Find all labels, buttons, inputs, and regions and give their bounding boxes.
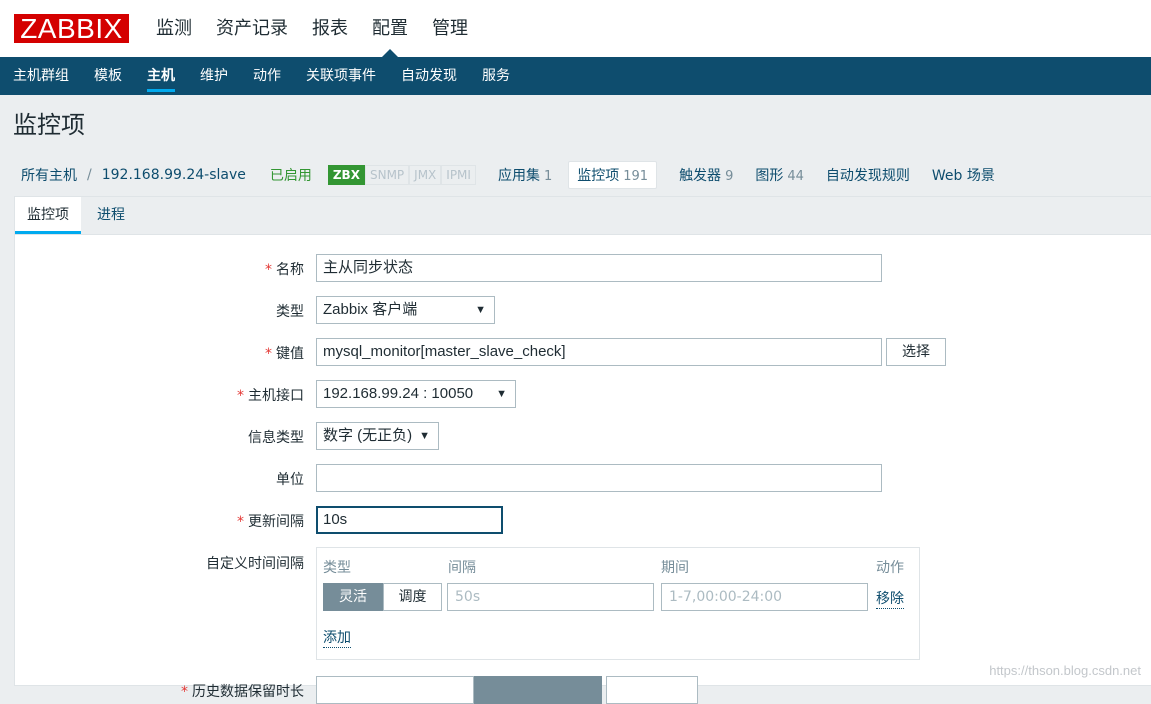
host-status[interactable]: 已启用 (270, 165, 312, 185)
top-header: ZABBIX 监测 资产记录 报表 配置 管理 (0, 0, 1151, 57)
col-interval-header: 间隔 (448, 560, 476, 576)
key-label: * 键值 (265, 346, 304, 362)
col-type-header: 类型 (323, 560, 351, 576)
web-scenarios-label[interactable]: Web 场景 (932, 168, 995, 184)
zabbix-logo[interactable]: ZABBIX (13, 13, 130, 44)
item-form-panel: 监控项 进程 * 名称 主从同步状态 类型 Zabbix 客户端 ▼ * 键值 mys… (14, 196, 1151, 704)
graphs-label[interactable]: 图形 (755, 168, 783, 184)
type-select-value: Zabbix 客户端 (323, 301, 418, 318)
web-scenarios-link[interactable]: Web 场景 (932, 165, 995, 185)
col-action-header: 动作 (876, 560, 904, 576)
submenu-correlation[interactable]: 关联项事件 (306, 57, 376, 95)
key-input[interactable]: mysql_monitor[master_slave_check] (316, 338, 882, 366)
triggers-count: 9 (725, 169, 734, 184)
custom-intervals-table: 类型 间隔 期间 动作 灵活 调度 50s 1-7,00:00-24:00 移除… (316, 547, 920, 660)
host-interface-select[interactable]: 192.168.99.24 : 10050 ▼ (316, 380, 516, 408)
submenu-templates[interactable]: 模板 (94, 57, 122, 95)
applications-link[interactable]: 应用集 1 (498, 165, 552, 185)
menu-inventory[interactable]: 资产记录 (216, 0, 288, 57)
history-period-input[interactable] (606, 676, 698, 704)
discovery-rules-link[interactable]: 自动发现规则 (826, 165, 910, 185)
units-label: 单位 (276, 472, 304, 488)
graphs-count: 44 (787, 169, 804, 184)
watermark: https://thson.blog.csdn.net (989, 663, 1141, 678)
col-period-header: 期间 (661, 560, 689, 576)
graphs-link[interactable]: 图形 44 (755, 165, 804, 185)
zbx-badge: ZBX (327, 165, 365, 185)
flexible-toggle[interactable]: 灵活 (323, 583, 383, 611)
history-do-not-keep-button[interactable] (316, 676, 474, 704)
name-label: * 名称 (265, 262, 304, 278)
jmx-badge: JMX (409, 165, 442, 185)
submenu-actions[interactable]: 动作 (253, 57, 281, 95)
host-interface-label: * 主机接口 (237, 388, 304, 404)
host-navigation: 所有主机 / 192.168.99.24-slave 已启用 ZBX SNMP … (0, 156, 1151, 194)
custom-intervals-label: 自定义时间间隔 (206, 556, 304, 572)
sub-menu: 主机群组 模板 主机 维护 动作 关联项事件 自动发现 服务 (13, 57, 535, 95)
tab-bar: 监控项 进程 (15, 197, 1151, 235)
tab-item[interactable]: 监控项 (15, 197, 81, 234)
items-count: 191 (623, 169, 649, 184)
host-link[interactable]: 192.168.99.24-slave (102, 167, 246, 183)
all-hosts-link[interactable]: 所有主机 (21, 165, 77, 185)
remove-link[interactable]: 移除 (876, 588, 904, 609)
submenu-discovery[interactable]: 自动发现 (401, 57, 457, 95)
dropdown-arrow-icon: ▼ (475, 304, 486, 316)
scheduling-toggle[interactable]: 调度 (383, 583, 442, 611)
submenu-host-groups[interactable]: 主机群组 (13, 57, 69, 95)
type-label: 类型 (276, 304, 304, 320)
submenu-maintenance[interactable]: 维护 (200, 57, 228, 95)
breadcrumb-separator: / (87, 167, 92, 183)
menu-reports[interactable]: 报表 (312, 0, 348, 57)
units-input[interactable] (316, 464, 882, 492)
menu-configuration[interactable]: 配置 (372, 0, 408, 57)
sub-menu-bar: 主机群组 模板 主机 维护 动作 关联项事件 自动发现 服务 (0, 57, 1151, 95)
period-input[interactable]: 1-7,00:00-24:00 (661, 583, 868, 611)
discovery-rules-label[interactable]: 自动发现规则 (826, 168, 910, 184)
select-key-button[interactable]: 选择 (886, 338, 946, 366)
submenu-services[interactable]: 服务 (482, 57, 510, 95)
items-label[interactable]: 监控项 (577, 168, 619, 184)
items-link[interactable]: 监控项 191 (568, 161, 658, 189)
info-type-select[interactable]: 数字 (无正负) ▼ (316, 422, 439, 450)
dropdown-arrow-icon: ▼ (496, 388, 507, 400)
ipmi-badge: IPMI (441, 165, 476, 185)
info-type-value: 数字 (无正负) (323, 427, 413, 444)
interval-input[interactable]: 50s (447, 583, 654, 611)
update-interval-input[interactable]: 10s (316, 506, 503, 534)
update-interval-label: * 更新间隔 (237, 514, 304, 530)
tab-preprocessing[interactable]: 进程 (85, 197, 137, 234)
applications-count: 1 (543, 169, 553, 184)
triggers-link[interactable]: 触发器 9 (679, 165, 733, 185)
triggers-label[interactable]: 触发器 (679, 168, 721, 184)
menu-administration[interactable]: 管理 (432, 0, 468, 57)
history-label: * 历史数据保留时长 (181, 684, 304, 700)
main-menu: 监测 资产记录 报表 配置 管理 (156, 0, 492, 57)
page-title: 监控项 (13, 111, 85, 139)
submenu-hosts[interactable]: 主机 (147, 57, 175, 95)
menu-monitoring[interactable]: 监测 (156, 0, 192, 57)
history-storage-period-button[interactable] (474, 676, 602, 704)
dropdown-arrow-icon: ▼ (419, 430, 430, 442)
type-select[interactable]: Zabbix 客户端 ▼ (316, 296, 495, 324)
availability-badges: ZBX SNMP JMX IPMI (327, 165, 476, 185)
add-link[interactable]: 添加 (323, 627, 351, 648)
name-input[interactable]: 主从同步状态 (316, 254, 882, 282)
applications-label[interactable]: 应用集 (498, 168, 540, 184)
snmp-badge: SNMP (364, 165, 410, 185)
host-interface-value: 192.168.99.24 : 10050 (323, 385, 474, 402)
info-type-label: 信息类型 (248, 430, 304, 446)
